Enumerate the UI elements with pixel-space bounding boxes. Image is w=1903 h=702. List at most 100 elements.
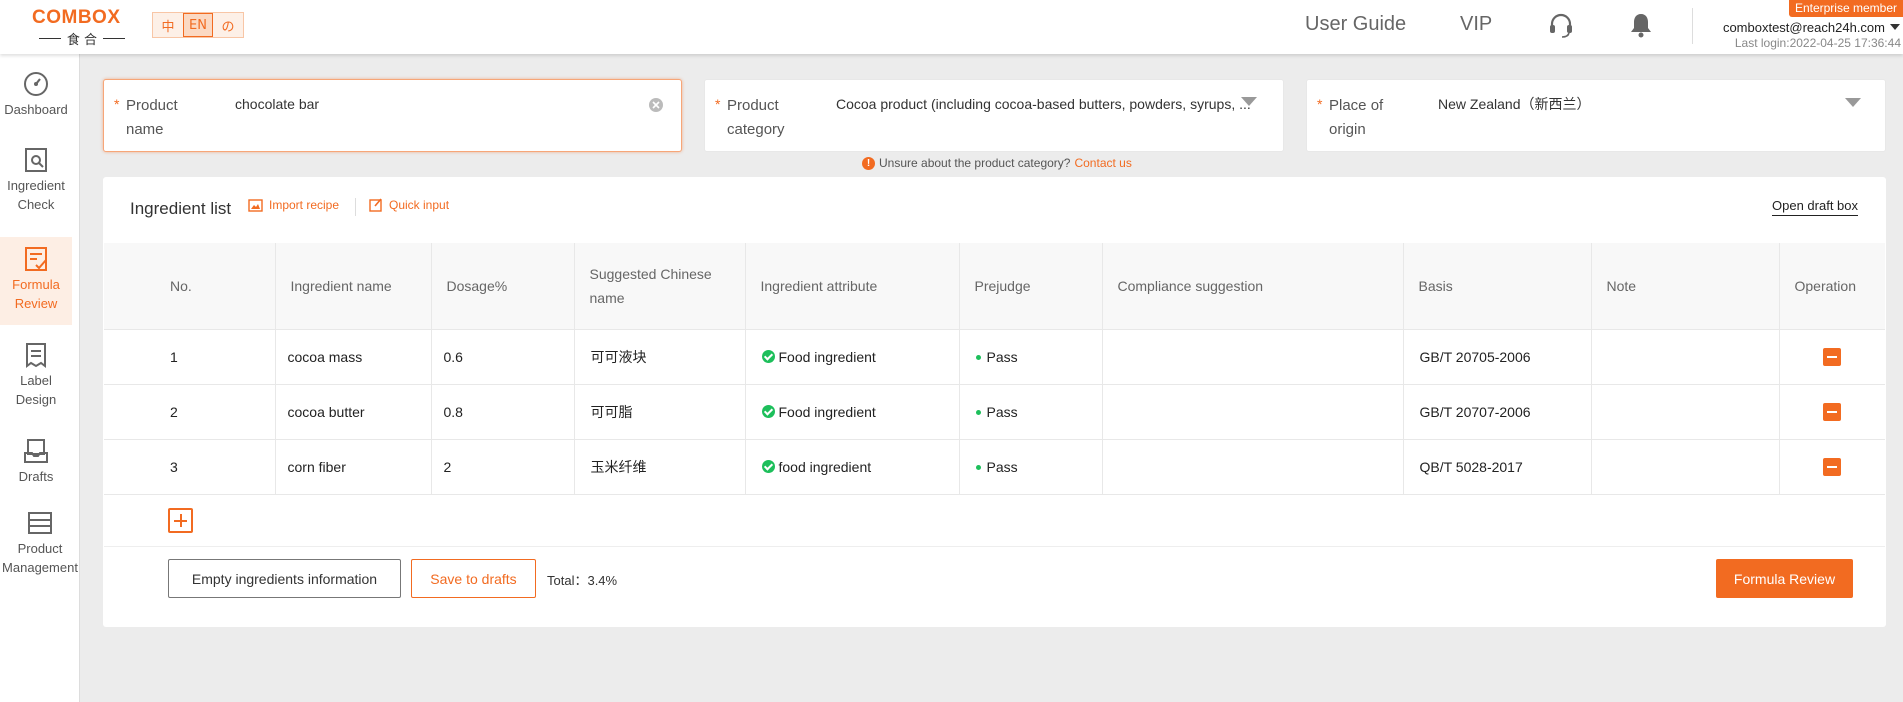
sidebar-item-label: Label Design xyxy=(15,373,57,407)
quick-input-button[interactable]: Quick input xyxy=(369,198,449,212)
prejudge-text: Pass xyxy=(986,458,1018,475)
ingredient-check-icon xyxy=(25,148,47,172)
table-header-row: No. Ingredient name Dosage% Suggested Ch… xyxy=(104,243,1885,330)
sidebar-item-label: Drafts xyxy=(18,469,54,484)
required-mark: * xyxy=(1317,96,1323,112)
place-of-origin-field[interactable]: * Place of origin New Zealand（新西兰） xyxy=(1306,79,1886,152)
cell-dosage[interactable]: 0.6 xyxy=(431,329,575,385)
top-bar: COMBOX 食 合 中 EN の User Guide VIP Enterpr… xyxy=(0,0,1903,54)
column-header: No. xyxy=(104,243,276,330)
column-header: Compliance suggestion xyxy=(1102,243,1404,330)
label-design-icon xyxy=(26,343,46,368)
sidebar-item-dashboard[interactable]: Dashboard xyxy=(0,70,72,130)
attribute-text: food ingredient xyxy=(778,458,872,475)
cell-basis: QB/T 5028-2017 xyxy=(1403,439,1592,495)
cell-no: 1 xyxy=(104,329,276,385)
total-label: Total： xyxy=(547,573,588,588)
status-dot xyxy=(975,465,981,471)
lang-japanese[interactable]: の xyxy=(213,13,243,37)
language-switcher: 中 EN の xyxy=(152,12,244,38)
required-mark: * xyxy=(114,96,120,112)
cell-ingredient-name[interactable]: cocoa butter xyxy=(275,384,432,440)
product-name-label: Product name xyxy=(126,97,178,138)
open-draft-box-link[interactable]: Open draft box xyxy=(1772,198,1858,216)
total-dosage: Total：3.4% xyxy=(547,570,617,589)
clear-icon[interactable] xyxy=(648,97,664,113)
check-circle-icon xyxy=(761,350,775,363)
cell-note[interactable] xyxy=(1591,329,1780,385)
product-category-select[interactable]: Cocoa product (including cocoa-based but… xyxy=(836,94,1254,114)
add-row-button[interactable] xyxy=(168,508,193,533)
sidebar-item-drafts[interactable]: Drafts xyxy=(0,437,72,497)
bell-icon[interactable] xyxy=(1626,10,1656,40)
product-category-field[interactable]: * Product category Cocoa product (includ… xyxy=(704,79,1284,152)
sidebar-item-label: Ingredient Check xyxy=(7,178,65,212)
place-of-origin-select[interactable]: New Zealand（新西兰） xyxy=(1438,94,1828,114)
import-recipe-label: Import recipe xyxy=(269,198,340,212)
cell-prejudge: Pass xyxy=(959,329,1103,385)
enterprise-member-badge: Enterprise member xyxy=(1788,0,1903,17)
status-dot xyxy=(975,355,981,361)
attribute-text: Food ingredient xyxy=(778,403,876,420)
info-icon: ! xyxy=(862,156,875,170)
table-row: 1 cocoa mass 0.6 可可液块 Food ingredient Pa… xyxy=(104,329,1885,385)
ingredient-list-title: Ingredient list xyxy=(130,199,232,218)
cell-operation xyxy=(1779,439,1885,495)
cell-attribute: Food ingredient xyxy=(745,329,960,385)
sidebar-item-product-management[interactable]: Product Management xyxy=(0,509,80,589)
cell-dosage[interactable]: 2 xyxy=(431,439,575,495)
product-name-field[interactable]: * Product name chocolate bar xyxy=(103,79,682,152)
column-header: Basis xyxy=(1403,243,1592,330)
sidebar: Dashboard Ingredient Check Formula Revie… xyxy=(0,54,80,702)
chevron-down-icon[interactable] xyxy=(1241,97,1257,106)
headset-icon[interactable] xyxy=(1546,10,1576,40)
last-login: Last login:2022-04-25 17:36:44 xyxy=(1734,36,1901,50)
sidebar-item-label: Formula Review xyxy=(12,277,60,311)
lang-english[interactable]: EN xyxy=(183,13,213,37)
column-header: Suggested Chinese name xyxy=(574,243,746,330)
remove-row-button[interactable] xyxy=(1823,347,1842,366)
product-management-icon xyxy=(28,512,52,534)
sidebar-item-label-design[interactable]: Label Design xyxy=(0,341,72,421)
column-header: Operation xyxy=(1779,243,1885,330)
total-value: 3.4% xyxy=(587,573,618,588)
cell-chinese-name: 玉米纤维 xyxy=(574,439,746,495)
cell-attribute: Food ingredient xyxy=(745,384,960,440)
remove-row-button[interactable] xyxy=(1823,402,1842,421)
cell-ingredient-name[interactable]: corn fiber xyxy=(275,439,432,495)
table-row: 3 corn fiber 2 玉米纤维 food ingredient Pass… xyxy=(104,439,1885,495)
dashboard-icon xyxy=(24,72,48,96)
cell-compliance-suggestion xyxy=(1102,384,1404,440)
lang-chinese[interactable]: 中 xyxy=(153,13,183,37)
attribute-text: Food ingredient xyxy=(778,348,876,365)
sidebar-item-label: Product Management xyxy=(2,541,78,575)
prejudge-text: Pass xyxy=(986,348,1018,365)
chevron-down-icon[interactable] xyxy=(1845,98,1861,107)
account-email[interactable]: comboxtest@reach24h.com xyxy=(1723,20,1885,35)
product-name-input[interactable]: chocolate bar xyxy=(235,94,625,114)
contact-us-link[interactable]: Contact us xyxy=(1074,156,1131,170)
account-dropdown-icon[interactable] xyxy=(1890,24,1900,30)
cell-no: 3 xyxy=(104,439,276,495)
cell-note[interactable] xyxy=(1591,384,1780,440)
cell-prejudge: Pass xyxy=(959,384,1103,440)
cell-note[interactable] xyxy=(1591,439,1780,495)
empty-ingredients-button[interactable]: Empty ingredients information xyxy=(168,559,401,598)
save-to-drafts-button[interactable]: Save to drafts xyxy=(411,559,536,598)
sidebar-item-formula-review[interactable]: Formula Review xyxy=(0,237,72,325)
formula-review-button[interactable]: Formula Review xyxy=(1716,559,1853,598)
combox-logo[interactable]: COMBOX 食 合 xyxy=(32,8,132,48)
ingredients-table: No. Ingredient name Dosage% Suggested Ch… xyxy=(104,243,1885,495)
status-dot xyxy=(975,410,981,416)
check-circle-icon xyxy=(761,405,775,418)
quick-input-label: Quick input xyxy=(389,198,450,212)
import-recipe-button[interactable]: Import recipe xyxy=(248,198,339,212)
remove-row-button[interactable] xyxy=(1823,457,1842,476)
cell-basis: GB/T 20705-2006 xyxy=(1403,329,1592,385)
cell-dosage[interactable]: 0.8 xyxy=(431,384,575,440)
vip-link[interactable]: VIP xyxy=(1460,13,1492,36)
cell-ingredient-name[interactable]: cocoa mass xyxy=(275,329,432,385)
cell-attribute: food ingredient xyxy=(745,439,960,495)
sidebar-item-ingredient-check[interactable]: Ingredient Check xyxy=(0,146,72,226)
user-guide-link[interactable]: User Guide xyxy=(1305,13,1406,36)
